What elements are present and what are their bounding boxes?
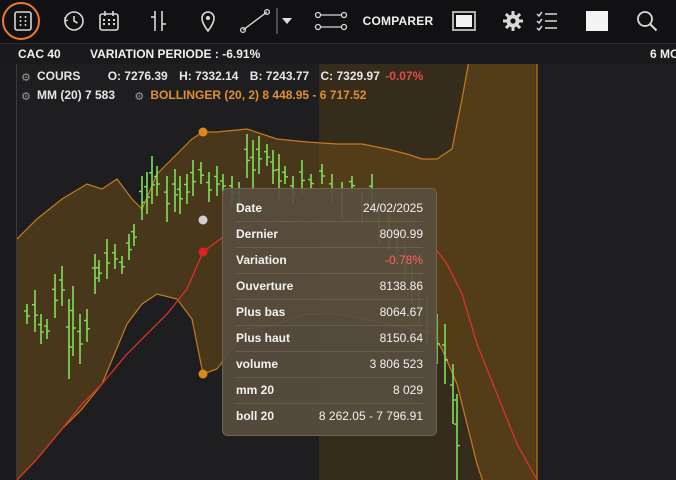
calendar-icon[interactable] <box>96 6 122 36</box>
crosshair-point-mm <box>198 247 208 257</box>
gear-icon[interactable]: ⚙ <box>134 90 144 103</box>
compare-nodes-icon[interactable] <box>314 6 348 36</box>
checklist-icon[interactable] <box>534 6 560 36</box>
candlestick-type-icon[interactable] <box>146 6 170 36</box>
compare-button[interactable]: COMPARER <box>362 6 434 36</box>
gear-icon[interactable]: ⚙ <box>21 71 31 84</box>
location-pin-icon[interactable] <box>196 6 220 36</box>
trendline-draw-icon[interactable] <box>238 6 272 36</box>
legend-high: H: 7332.14 <box>179 69 239 83</box>
tooltip-row-last: Dernier 8090.99 <box>236 221 423 248</box>
chart-info-bar: CAC 40 VARIATION PERIODE : -6.91% 6 MO <box>0 44 676 64</box>
tooltip-row-date: Date 24/02/2025 <box>236 195 423 222</box>
tooltip-row-open: Ouverture 8138.86 <box>236 273 423 300</box>
crosshair-point-lower <box>198 369 208 379</box>
dropdown-arrow-icon[interactable] <box>276 6 296 36</box>
price-tooltip: Date 24/02/2025 Dernier 8090.99 Variation -… <box>222 188 437 436</box>
legend-change: -0.07% <box>385 69 424 83</box>
indicators-grid-icon[interactable] <box>10 6 36 36</box>
chart-toolbar: COMPARER <box>0 0 676 44</box>
legend-low: B: 7243.77 <box>249 69 310 83</box>
tooltip-row-boll20: boll 20 8 262.05 - 7 796.91 <box>236 409 423 423</box>
period-selector[interactable]: 6 MO <box>650 47 676 61</box>
price-legend: ⚙ COURS O: 7276.39 H: 7332.14 B: 7243.77 … <box>21 69 424 84</box>
white-square-icon[interactable] <box>584 6 610 36</box>
tooltip-row-high: Plus haut 8150.64 <box>236 325 423 352</box>
fullscreen-icon[interactable] <box>450 6 478 36</box>
legend-open: O: 7276.39 <box>107 69 168 83</box>
history-clock-icon[interactable] <box>60 6 88 36</box>
crosshair-point-upper <box>198 127 208 137</box>
tooltip-row-variation: Variation -0.78% <box>236 247 423 274</box>
tooltip-row-mm20: mm 20 8 029 <box>236 377 423 404</box>
gear-icon[interactable]: ⚙ <box>21 90 31 103</box>
instrument-name: CAC 40 <box>18 47 61 61</box>
indicator-legend: ⚙ MM (20) 7 583 ⚙ BOLLINGER (20, 2) 8 448.… <box>21 88 367 103</box>
bollinger-legend: BOLLINGER (20, 2) 8 448.95 - 6 717.52 <box>150 88 367 102</box>
tooltip-row-low: Plus bas 8064.67 <box>236 299 423 326</box>
mm-legend: MM (20) 7 583 <box>37 88 116 102</box>
tooltip-row-volume: volume 3 806 523 <box>236 351 423 378</box>
gear-icon[interactable] <box>500 6 526 36</box>
crosshair-point-price <box>198 215 208 225</box>
search-icon[interactable] <box>634 6 660 36</box>
period-variation: VARIATION PERIODE : -6.91% <box>90 47 261 61</box>
legend-close: C: 7329.97 <box>320 69 380 83</box>
